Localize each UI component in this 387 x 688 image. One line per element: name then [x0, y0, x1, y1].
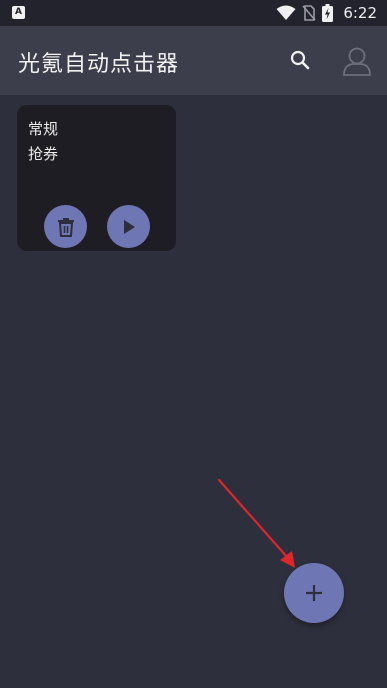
run-script-button[interactable] — [107, 205, 150, 248]
wifi-icon — [276, 5, 296, 20]
script-description: 抢券 — [28, 145, 59, 163]
plus-icon — [306, 585, 322, 601]
add-script-button[interactable] — [284, 563, 344, 623]
delete-script-button[interactable] — [44, 205, 87, 248]
play-icon — [123, 219, 135, 234]
account-icon[interactable] — [340, 44, 374, 78]
delete-icon — [57, 217, 74, 237]
notification-app-icon: A — [12, 6, 25, 19]
battery-charging-icon — [322, 4, 334, 22]
script-card[interactable]: 常规 抢券 — [17, 105, 176, 251]
no-sim-icon — [302, 5, 316, 21]
status-bar: A 6:22 — [0, 0, 387, 26]
status-icons: 6:22 — [276, 3, 377, 23]
app-bar: 光氪自动点击器 — [0, 26, 387, 95]
script-name: 常规 — [28, 120, 59, 138]
status-time: 6:22 — [343, 4, 377, 22]
search-icon[interactable] — [288, 48, 312, 72]
app-title: 光氪自动点击器 — [18, 52, 180, 77]
